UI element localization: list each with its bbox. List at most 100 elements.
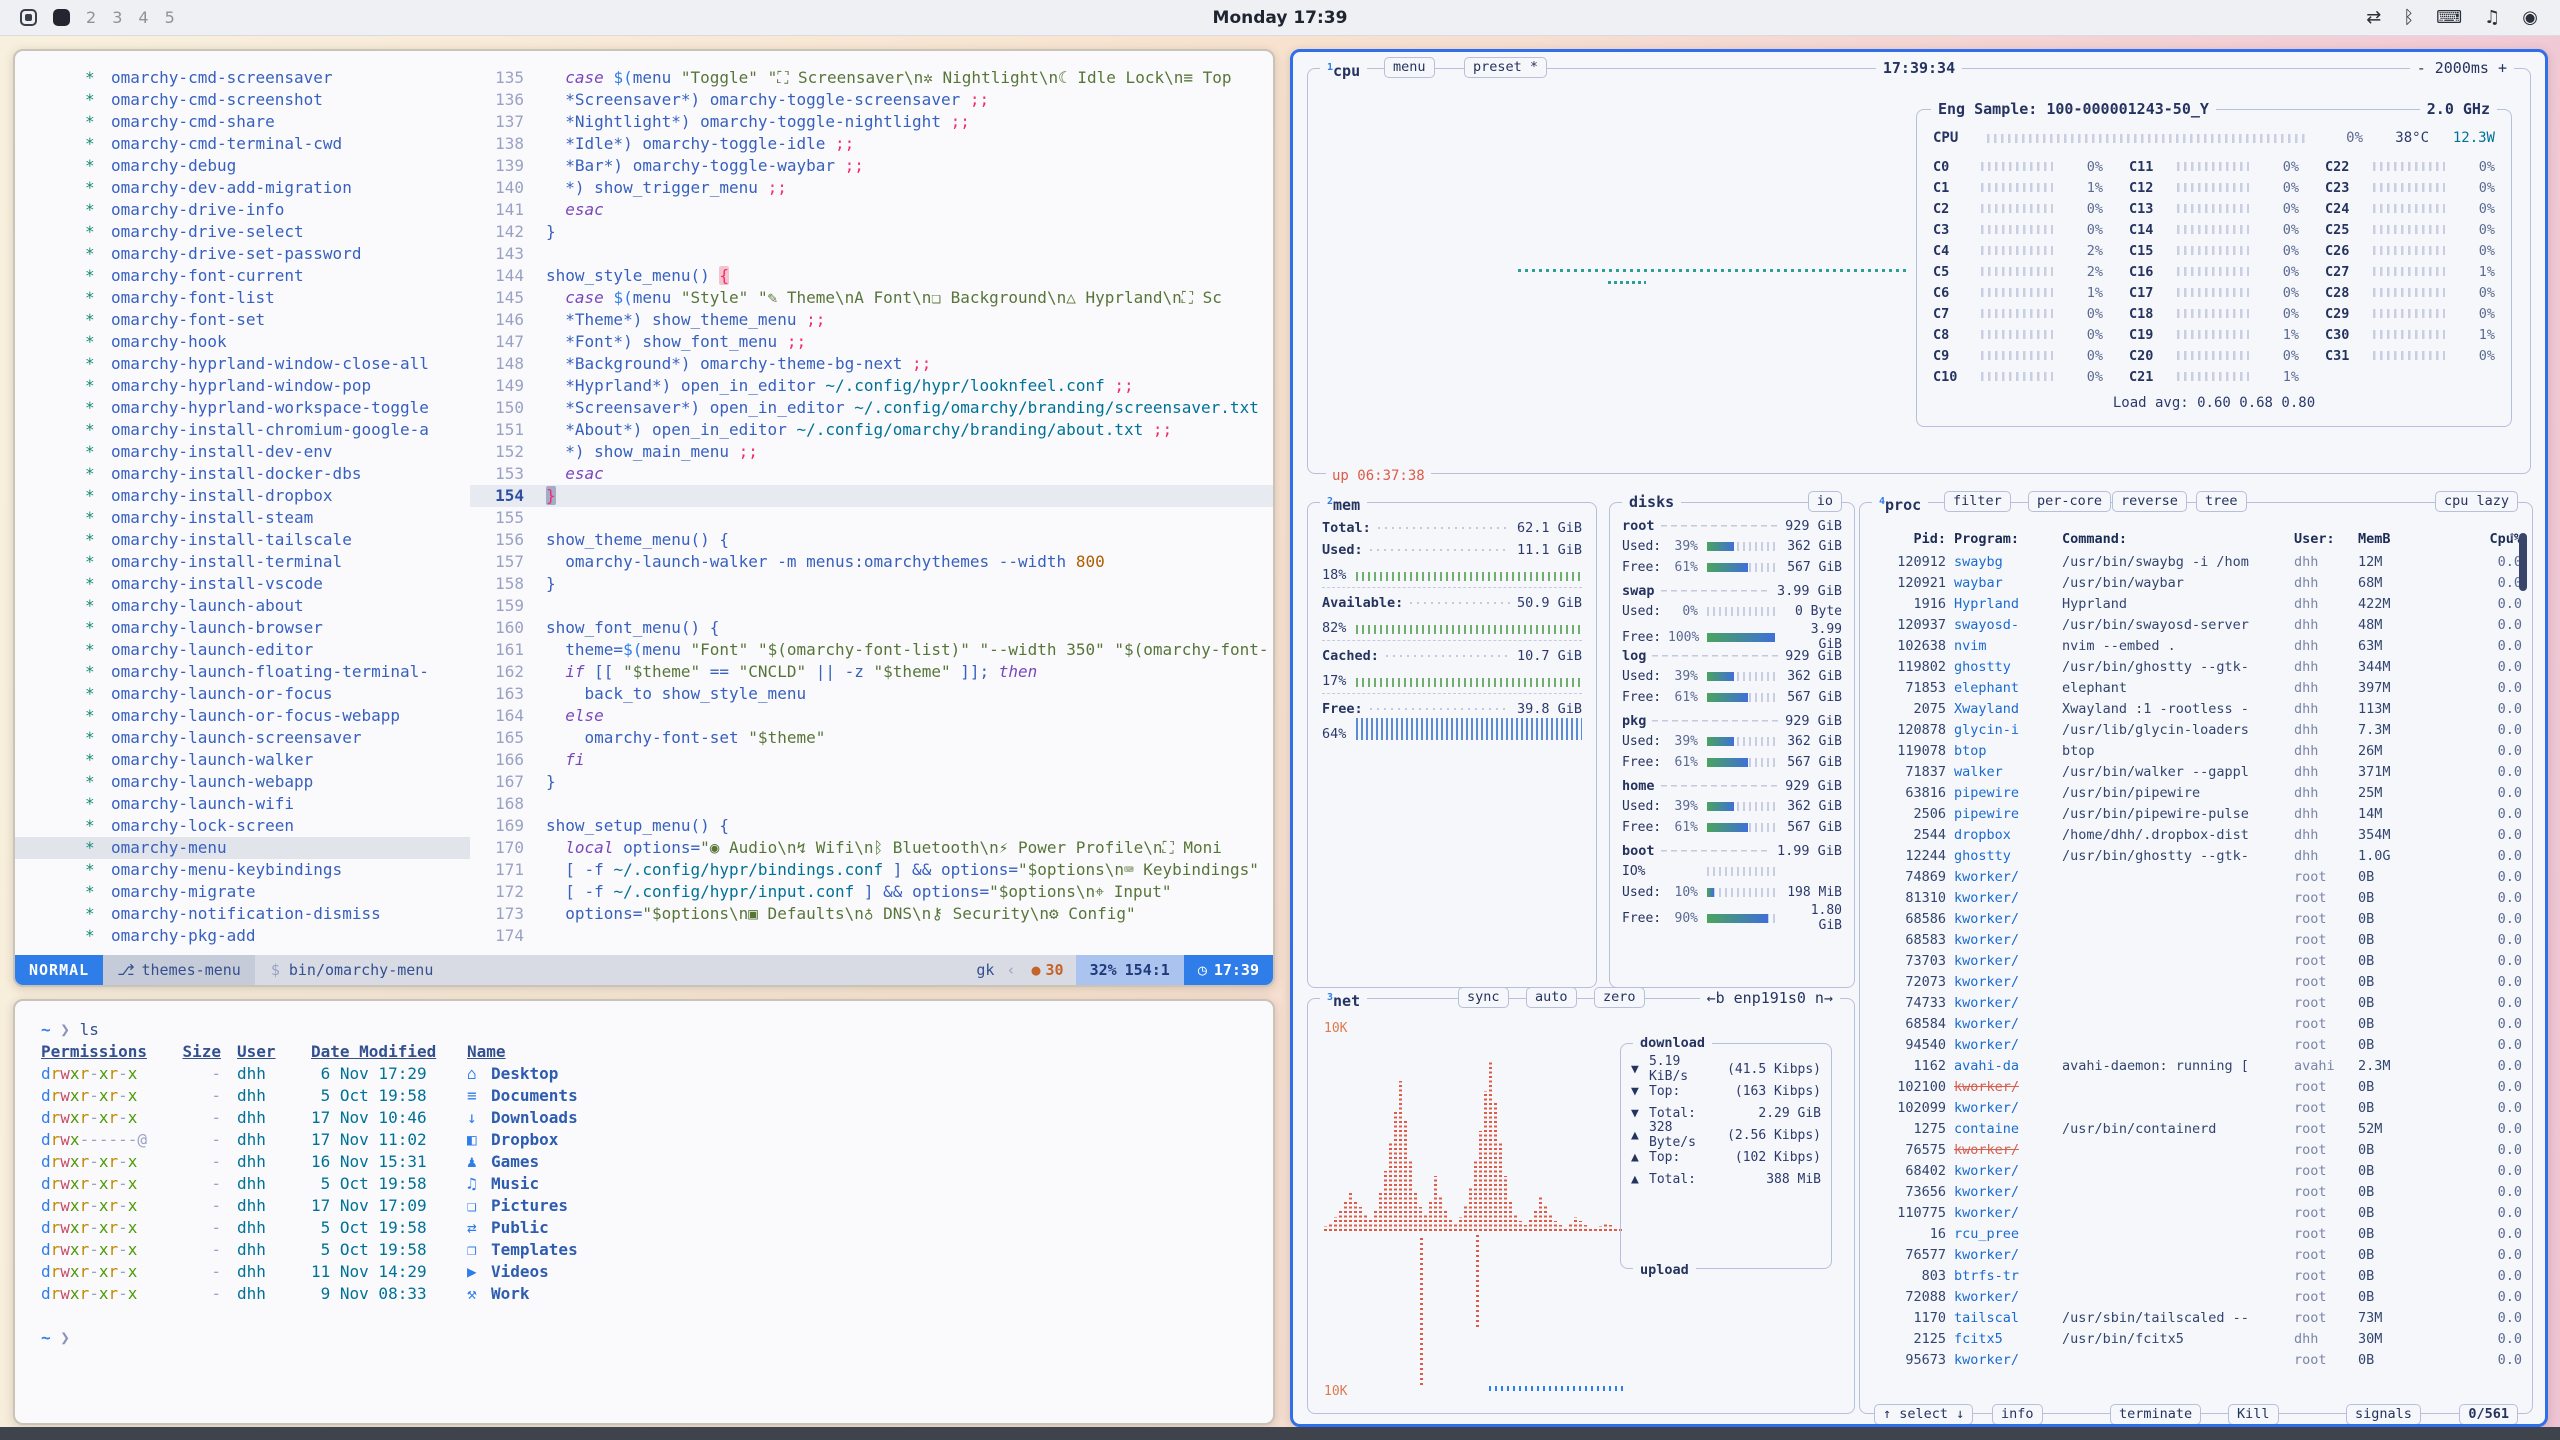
workspace-4[interactable]: 3 — [112, 8, 122, 27]
file-item[interactable]: *omarchy-cmd-share — [15, 111, 470, 133]
process-row[interactable]: 74733kworker/root0B0.0 — [1874, 992, 2522, 1013]
file-item[interactable]: *omarchy-install-dropbox — [15, 485, 470, 507]
proc-control-tree[interactable]: tree — [2196, 491, 2247, 512]
process-row[interactable]: 16rcu_preeroot0B0.0 — [1874, 1223, 2522, 1244]
process-row[interactable]: 63816pipewire/usr/bin/pipewiredhh25M0.0 — [1874, 782, 2522, 803]
screencast-icon[interactable]: ⇄ — [2366, 7, 2381, 28]
proc-footer-select[interactable]: ↑ select ↓ — [1874, 1404, 1973, 1425]
process-row[interactable]: 76577kworker/root0B0.0 — [1874, 1244, 2522, 1265]
menu-button[interactable]: menu — [1384, 57, 1435, 78]
file-item[interactable]: *omarchy-launch-or-focus-webapp — [15, 705, 470, 727]
file-item[interactable]: *omarchy-launch-webapp — [15, 771, 470, 793]
file-item[interactable]: *omarchy-install-chromium-google-a — [15, 419, 470, 441]
process-scrollbar[interactable] — [2519, 533, 2527, 591]
proc-footer-kill[interactable]: Kill — [2228, 1404, 2279, 1425]
process-column-header[interactable]: Command: — [2062, 531, 2286, 547]
process-row[interactable]: 120921waybar/usr/bin/waybardhh68M0.0 — [1874, 572, 2522, 593]
file-item[interactable]: *omarchy-hyprland-window-close-all — [15, 353, 470, 375]
file-item[interactable]: *omarchy-install-vscode — [15, 573, 470, 595]
file-item[interactable]: *omarchy-launch-screensaver — [15, 727, 470, 749]
process-row[interactable]: 803btrfs-trroot0B0.0 — [1874, 1265, 2522, 1286]
file-item[interactable]: *omarchy-font-set — [15, 309, 470, 331]
process-row[interactable]: 72088kworker/root0B0.0 — [1874, 1286, 2522, 1307]
disks-panel-title[interactable]: disks — [1622, 492, 1681, 512]
proc-control-reverse[interactable]: reverse — [2112, 491, 2187, 512]
process-row[interactable]: 1162avahi-daavahi-daemon: running [avahi… — [1874, 1055, 2522, 1076]
terminal-window[interactable]: ~ ❯ ls PermissionsSizeUserDate ModifiedN… — [13, 999, 1275, 1425]
file-item[interactable]: *omarchy-cmd-terminal-cwd — [15, 133, 470, 155]
process-row[interactable]: 12244ghostty/usr/bin/ghostty --gtk-dhh1.… — [1874, 845, 2522, 866]
process-column-header[interactable]: Program: — [1954, 531, 2054, 547]
bluetooth-icon[interactable]: ᛒ — [2403, 7, 2414, 28]
file-item[interactable]: *omarchy-launch-browser — [15, 617, 470, 639]
process-row[interactable]: 94540kworker/root0B0.0 — [1874, 1034, 2522, 1055]
proc-footer-info[interactable]: info — [1992, 1404, 2043, 1425]
file-item[interactable]: *omarchy-drive-info — [15, 199, 470, 221]
file-item[interactable]: *omarchy-launch-wifi — [15, 793, 470, 815]
code-editor[interactable]: 135 case $(menu "Toggle" "⛶ Screensaver\… — [470, 67, 1273, 955]
process-row[interactable]: 68583kworker/root0B0.0 — [1874, 929, 2522, 950]
net-control-zero[interactable]: zero — [1594, 987, 1645, 1008]
process-column-header[interactable]: Pid: — [1874, 531, 1946, 547]
file-item[interactable]: *omarchy-drive-set-password — [15, 243, 470, 265]
process-row[interactable]: 110775kworker/root0B0.0 — [1874, 1202, 2522, 1223]
process-panel-title[interactable]: 4proc — [1872, 492, 1928, 515]
sort-mode-button[interactable]: cpu lazy — [2435, 491, 2518, 512]
process-row[interactable]: 95673kworker/root0B0.0 — [1874, 1349, 2522, 1370]
workspace-5[interactable]: 4 — [138, 8, 148, 27]
process-row[interactable]: 71853elephantelephantdhh397M0.0 — [1874, 677, 2522, 698]
file-item[interactable]: *omarchy-install-docker-dbs — [15, 463, 470, 485]
file-item[interactable]: *omarchy-install-dev-env — [15, 441, 470, 463]
process-row[interactable]: 119078btopbtopdhh26M0.0 — [1874, 740, 2522, 761]
file-item[interactable]: *omarchy-font-current — [15, 265, 470, 287]
file-item[interactable]: *omarchy-font-list — [15, 287, 470, 309]
file-item[interactable]: *omarchy-cmd-screensaver — [15, 67, 470, 89]
file-item[interactable]: *omarchy-menu — [15, 837, 470, 859]
proc-control-per-core[interactable]: per-core — [2028, 491, 2111, 512]
process-row[interactable]: 73656kworker/root0B0.0 — [1874, 1181, 2522, 1202]
process-row[interactable]: 68586kworker/root0B0.0 — [1874, 908, 2522, 929]
workspace-1[interactable] — [20, 9, 37, 26]
process-row[interactable]: 68584kworker/root0B0.0 — [1874, 1013, 2522, 1034]
process-row[interactable]: 1275containe/usr/bin/containerdroot52M0.… — [1874, 1118, 2522, 1139]
process-row[interactable]: 71837walker/usr/bin/walker --gappldhh371… — [1874, 761, 2522, 782]
process-row[interactable]: 120912swaybg/usr/bin/swaybg -i /homdhh12… — [1874, 551, 2522, 572]
process-row[interactable]: 74869kworker/root0B0.0 — [1874, 866, 2522, 887]
process-row[interactable]: 2506pipewire/usr/bin/pipewire-pulsedhh14… — [1874, 803, 2522, 824]
process-row[interactable]: 73703kworker/root0B0.0 — [1874, 950, 2522, 971]
network-panel-title[interactable]: 3net — [1320, 988, 1367, 1011]
file-item[interactable]: *omarchy-install-tailscale — [15, 529, 470, 551]
process-column-header[interactable]: User: — [2294, 531, 2350, 547]
file-item[interactable]: *omarchy-launch-about — [15, 595, 470, 617]
io-mode-button[interactable]: io — [1808, 491, 1842, 512]
proc-footer-terminate[interactable]: terminate — [2110, 1404, 2201, 1425]
preset-button[interactable]: preset * — [1464, 57, 1547, 78]
net-control-auto[interactable]: auto — [1526, 987, 1577, 1008]
file-item[interactable]: *omarchy-install-terminal — [15, 551, 470, 573]
file-item[interactable]: *omarchy-notification-dismiss — [15, 903, 470, 925]
process-column-header[interactable]: MemB — [2358, 531, 2470, 547]
file-item[interactable]: *omarchy-launch-floating-terminal- — [15, 661, 470, 683]
file-item[interactable]: *omarchy-launch-walker — [15, 749, 470, 771]
file-item[interactable]: *omarchy-migrate — [15, 881, 470, 903]
process-row[interactable]: 120878glycin-i/usr/lib/glycin-loadersdhh… — [1874, 719, 2522, 740]
network-interface[interactable]: ←b enp191s0 n→ — [1700, 988, 1840, 1008]
workspace-6[interactable]: 5 — [165, 8, 175, 27]
process-row[interactable]: 102099kworker/root0B0.0 — [1874, 1097, 2522, 1118]
process-row[interactable]: 119802ghostty/usr/bin/ghostty --gtk-dhh3… — [1874, 656, 2522, 677]
memory-panel-title[interactable]: 2mem — [1320, 492, 1367, 515]
process-row[interactable]: 72073kworker/root0B0.0 — [1874, 971, 2522, 992]
proc-footer-signals[interactable]: signals — [2346, 1404, 2421, 1425]
file-item[interactable]: *omarchy-debug — [15, 155, 470, 177]
file-item[interactable]: *omarchy-dev-add-migration — [15, 177, 470, 199]
process-row[interactable]: 76575kworker/root0B0.0 — [1874, 1139, 2522, 1160]
workspace-2[interactable] — [53, 9, 70, 26]
interval-plus-button[interactable]: + — [2498, 59, 2507, 77]
process-row[interactable]: 2125fcitx5/usr/bin/fcitx5dhh30M0.0 — [1874, 1328, 2522, 1349]
process-row[interactable]: 1170tailscal/usr/sbin/tailscaled --root7… — [1874, 1307, 2522, 1328]
process-row[interactable]: 81310kworker/root0B0.0 — [1874, 887, 2522, 908]
process-row[interactable]: 120937swayosd-/usr/bin/swayosd-serverdhh… — [1874, 614, 2522, 635]
process-row[interactable]: 2544dropbox/home/dhh/.dropbox-distdhh354… — [1874, 824, 2522, 845]
power-icon[interactable]: ◉ — [2522, 7, 2538, 28]
file-item[interactable]: *omarchy-lock-screen — [15, 815, 470, 837]
